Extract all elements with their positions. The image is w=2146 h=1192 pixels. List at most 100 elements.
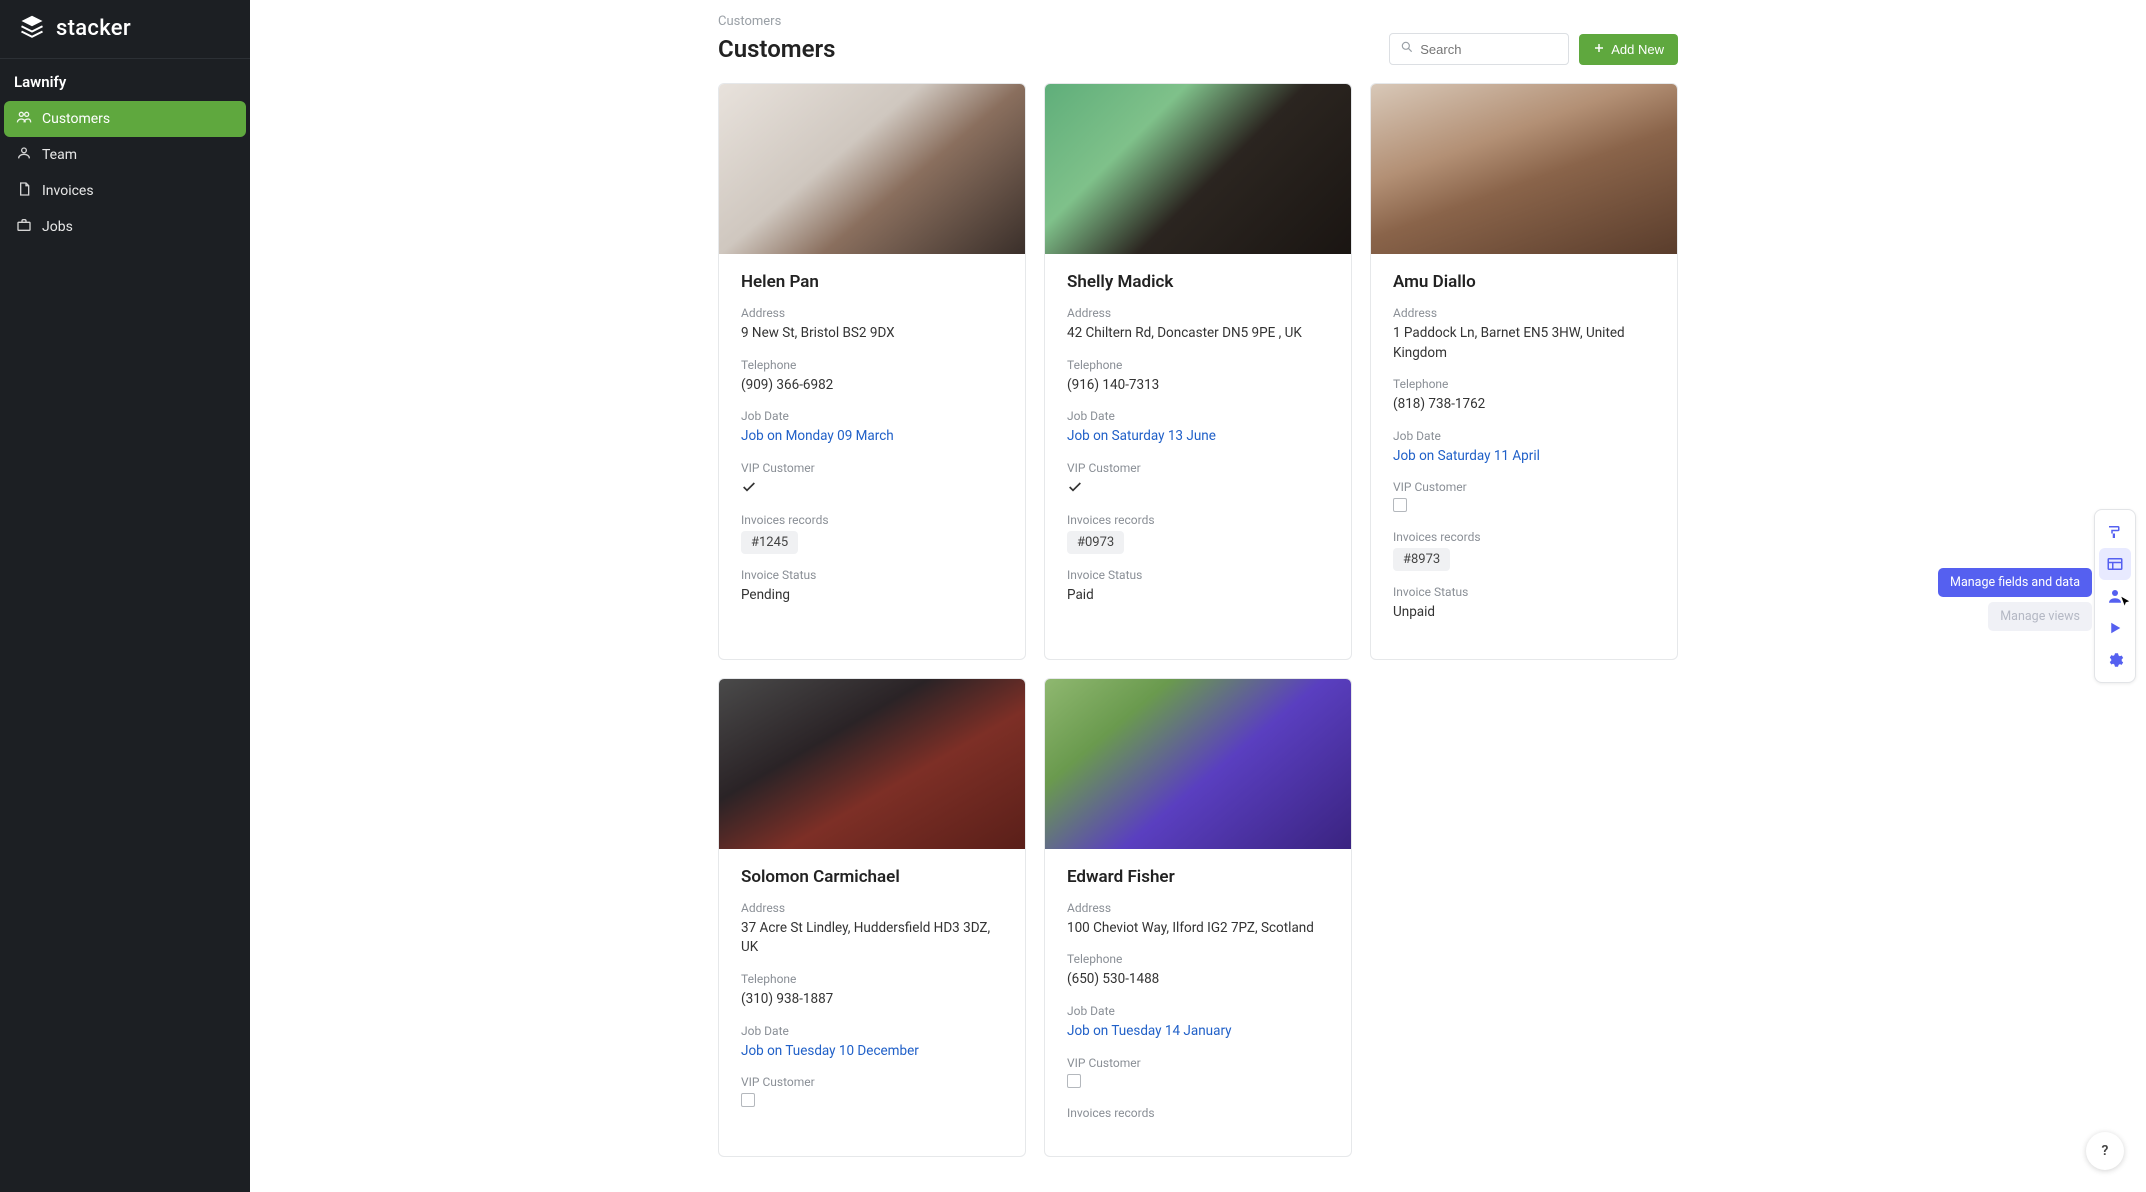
field-invoices: Invoices records [1067, 1106, 1329, 1120]
customer-photo [1045, 84, 1351, 254]
add-new-button[interactable]: Add New [1579, 34, 1678, 65]
field-label: Invoice Status [1393, 585, 1655, 599]
customer-name: Solomon Carmichael [741, 867, 1003, 887]
field-telephone: Telephone (909) 366-6982 [741, 358, 1003, 396]
address-value: 1 Paddock Ln, Barnet EN5 3HW, United Kin… [1393, 325, 1625, 361]
sidebar-item-invoices[interactable]: Invoices [4, 173, 246, 209]
field-telephone: Telephone (818) 738-1762 [1393, 377, 1655, 415]
floatbar-tooltip-active: Manage fields and data [1938, 568, 2092, 597]
address-value: 9 New St, Bristol BS2 9DX [741, 325, 895, 341]
field-label: Job Date [1067, 409, 1329, 423]
help-label: ? [2102, 1143, 2109, 1159]
field-label: Invoice Status [741, 568, 1003, 582]
field-address: Address 9 New St, Bristol BS2 9DX [741, 306, 1003, 344]
field-label: Telephone [741, 358, 1003, 372]
field-label: Invoices records [1393, 530, 1655, 544]
field-status: Invoice Status Unpaid [1393, 585, 1655, 623]
customer-card[interactable]: Shelly Madick Address 42 Chiltern Rd, Do… [1044, 83, 1352, 660]
customer-name: Amu Diallo [1393, 272, 1655, 292]
jobdate-link[interactable]: Job on Tuesday 10 December [741, 1043, 919, 1059]
field-label: VIP Customer [1067, 1056, 1329, 1070]
sidebar-item-jobs[interactable]: Jobs [4, 209, 246, 245]
field-telephone: Telephone (650) 530-1488 [1067, 952, 1329, 990]
field-address: Address 1 Paddock Ln, Barnet EN5 3HW, Un… [1393, 306, 1655, 363]
floatbar-fields-button[interactable] [2099, 548, 2131, 580]
customer-card[interactable]: Helen Pan Address 9 New St, Bristol BS2 … [718, 83, 1026, 660]
page-header: Customers Add New [718, 33, 1678, 65]
floatbar-play-button[interactable] [2099, 612, 2131, 644]
search-input[interactable] [1420, 42, 1558, 57]
invoice-chip[interactable]: #8973 [1393, 548, 1450, 571]
jobdate-link[interactable]: Job on Tuesday 14 January [1067, 1023, 1232, 1039]
status-value: Pending [741, 587, 790, 603]
floatbar-settings-button[interactable] [2099, 644, 2131, 676]
field-label: Job Date [1067, 1004, 1329, 1018]
customer-name: Edward Fisher [1067, 867, 1329, 887]
field-jobdate: Job Date Job on Tuesday 10 December [741, 1024, 1003, 1062]
briefcase-icon [16, 217, 32, 237]
telephone-value: (650) 530-1488 [1067, 971, 1159, 987]
field-label: Invoice Status [1067, 568, 1329, 582]
field-invoices: Invoices records #1245 [741, 513, 1003, 554]
customer-card[interactable]: Edward Fisher Address 100 Cheviot Way, I… [1044, 678, 1352, 1157]
telephone-value: (909) 366-6982 [741, 377, 833, 393]
field-label: Invoices records [1067, 513, 1329, 527]
field-telephone: Telephone (916) 140-7313 [1067, 358, 1329, 396]
field-invoices: Invoices records #8973 [1393, 530, 1655, 571]
status-value: Unpaid [1393, 604, 1435, 620]
brand-row: stacker [0, 0, 250, 59]
field-label: Address [741, 306, 1003, 320]
invoice-chip[interactable]: #0973 [1067, 531, 1124, 554]
page-title: Customers [718, 35, 836, 63]
sidebar-item-customers[interactable]: Customers [4, 101, 246, 137]
field-label: Address [741, 901, 1003, 915]
field-vip: VIP Customer [1393, 480, 1655, 516]
checkbox-empty-icon [741, 1093, 755, 1107]
main-scroll[interactable]: Customers Customers Add New [250, 0, 2146, 1192]
field-status: Invoice Status Pending [741, 568, 1003, 606]
field-vip: VIP Customer [1067, 1056, 1329, 1092]
customers-grid: Helen Pan Address 9 New St, Bristol BS2 … [718, 83, 1678, 1157]
field-label: Invoices records [1067, 1106, 1329, 1120]
jobdate-link[interactable]: Job on Monday 09 March [741, 428, 894, 444]
checkbox-empty-icon [1393, 498, 1407, 512]
jobdate-link[interactable]: Job on Saturday 13 June [1067, 428, 1216, 444]
sidebar-item-label: Invoices [42, 183, 94, 199]
customer-photo [1045, 679, 1351, 849]
field-label: Telephone [1067, 952, 1329, 966]
sidebar: stacker Lawnify Customers Team Invoices … [0, 0, 250, 1192]
field-label: Job Date [1393, 429, 1655, 443]
address-value: 100 Cheviot Way, Ilford IG2 7PZ, Scotlan… [1067, 920, 1314, 936]
jobdate-link[interactable]: Job on Saturday 11 April [1393, 448, 1540, 464]
sidebar-item-team[interactable]: Team [4, 137, 246, 173]
sidebar-item-label: Jobs [42, 219, 73, 235]
checkbox-empty-icon [1067, 1074, 1081, 1088]
field-label: VIP Customer [1067, 461, 1329, 475]
field-address: Address 42 Chiltern Rd, Doncaster DN5 9P… [1067, 306, 1329, 344]
file-icon [16, 181, 32, 201]
field-label: Invoices records [741, 513, 1003, 527]
customer-card[interactable]: Solomon Carmichael Address 37 Acre St Li… [718, 678, 1026, 1157]
field-jobdate: Job Date Job on Monday 09 March [741, 409, 1003, 447]
status-value: Paid [1067, 587, 1094, 603]
field-vip: VIP Customer [741, 1075, 1003, 1111]
customer-card[interactable]: Amu Diallo Address 1 Paddock Ln, Barnet … [1370, 83, 1678, 660]
stacker-logo-icon [18, 14, 46, 42]
floatbar-paint-button[interactable] [2099, 516, 2131, 548]
customer-name: Helen Pan [741, 272, 1003, 292]
customer-photo [719, 679, 1025, 849]
field-address: Address 37 Acre St Lindley, Huddersfield… [741, 901, 1003, 958]
float-toolbar [2094, 509, 2136, 683]
address-value: 37 Acre St Lindley, Huddersfield HD3 3DZ… [741, 920, 990, 956]
address-value: 42 Chiltern Rd, Doncaster DN5 9PE , UK [1067, 325, 1302, 341]
field-label: Telephone [741, 972, 1003, 986]
field-label: Address [1067, 901, 1329, 915]
invoice-chip[interactable]: #1245 [741, 531, 798, 554]
help-button[interactable]: ? [2086, 1132, 2124, 1170]
field-telephone: Telephone (310) 938-1887 [741, 972, 1003, 1010]
search-input-wrap[interactable] [1389, 33, 1569, 65]
field-jobdate: Job Date Job on Tuesday 14 January [1067, 1004, 1329, 1042]
plus-icon [1593, 42, 1605, 57]
header-actions: Add New [1389, 33, 1678, 65]
floatbar-user-button[interactable] [2099, 580, 2131, 612]
